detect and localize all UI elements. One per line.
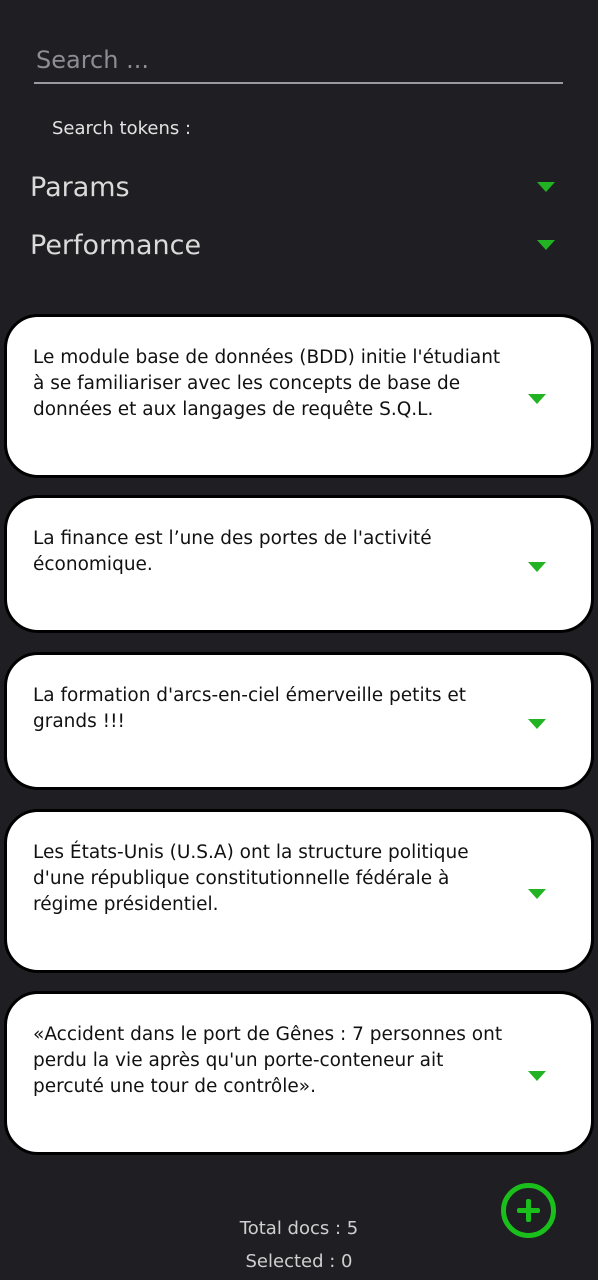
params-accordion[interactable]: Params bbox=[30, 167, 560, 207]
document-card[interactable]: La finance est l’une des portes de l'act… bbox=[4, 495, 594, 633]
chevron-down-icon[interactable] bbox=[528, 1071, 546, 1081]
document-text: La finance est l’une des portes de l'act… bbox=[33, 528, 432, 575]
chevron-down-icon[interactable] bbox=[528, 719, 546, 729]
document-text: Le module base de données (BDD) initie l… bbox=[33, 347, 501, 420]
chevron-down-icon[interactable] bbox=[528, 889, 546, 899]
document-card[interactable]: Les États-Unis (U.S.A) ont la structure … bbox=[4, 809, 594, 973]
total-docs-count: Total docs : 5 bbox=[239, 1218, 359, 1239]
chevron-down-icon bbox=[537, 182, 555, 192]
chevron-down-icon[interactable] bbox=[528, 562, 546, 572]
document-card[interactable]: La formation d'arcs-en-ciel émerveille p… bbox=[4, 652, 594, 790]
search-field bbox=[34, 40, 563, 84]
params-accordion-title: Params bbox=[30, 171, 130, 203]
search-input[interactable] bbox=[34, 40, 563, 80]
document-list-screen: Search tokens : Params Performance Le mo… bbox=[0, 0, 598, 1280]
document-card[interactable]: Le module base de données (BDD) initie l… bbox=[4, 314, 594, 478]
chevron-down-icon[interactable] bbox=[528, 394, 546, 404]
search-tokens-label: Search tokens : bbox=[52, 118, 192, 139]
document-card[interactable]: «Accident dans le port de Gênes : 7 pers… bbox=[4, 991, 594, 1155]
chevron-down-icon bbox=[537, 240, 555, 250]
selected-count: Selected : 0 bbox=[245, 1251, 353, 1272]
document-text: La formation d'arcs-en-ciel émerveille p… bbox=[33, 685, 466, 732]
document-text: «Accident dans le port de Gênes : 7 pers… bbox=[33, 1024, 503, 1097]
performance-accordion-title: Performance bbox=[30, 229, 202, 261]
performance-accordion[interactable]: Performance bbox=[30, 225, 560, 265]
document-text: Les États-Unis (U.S.A) ont la structure … bbox=[33, 842, 469, 915]
